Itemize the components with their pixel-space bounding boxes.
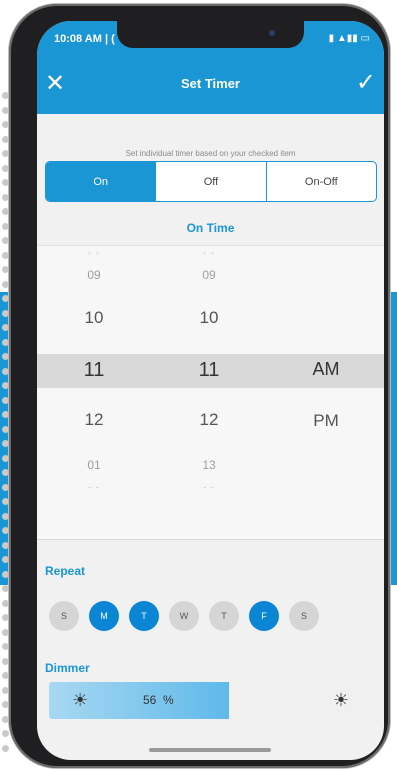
- hour-option[interactable]: 01: [54, 458, 134, 472]
- decorative-dot: [2, 454, 9, 462]
- repeat-day-selector: S M T W T F S: [49, 601, 339, 631]
- decorative-dot: [2, 599, 9, 607]
- decorative-dot: [2, 498, 9, 505]
- decorative-dot: [2, 541, 9, 549]
- instruction-text: Set individual timer based on your check…: [125, 149, 296, 158]
- decorative-dot: [2, 324, 9, 331]
- home-indicator: [149, 748, 271, 752]
- day-toggle-sunday[interactable]: S: [49, 601, 79, 631]
- decorative-dot: [2, 730, 9, 737]
- day-toggle-friday[interactable]: F: [249, 601, 279, 631]
- decorative-dot: [2, 367, 9, 375]
- picker-fade-bottom: - -: [203, 482, 215, 492]
- camera-icon: [269, 30, 275, 36]
- section-title: On Time: [186, 221, 235, 235]
- decorative-dot: [2, 237, 9, 244]
- decorative-dot: [2, 701, 9, 708]
- day-toggle-thursday[interactable]: T: [209, 601, 239, 631]
- dimmer-label: Dimmer: [45, 661, 90, 675]
- day-toggle-tuesday[interactable]: T: [129, 601, 159, 631]
- decorative-dot: [2, 251, 9, 259]
- dimmer-value-display: 56 %: [143, 693, 174, 707]
- hour-option-selected[interactable]: 11: [54, 359, 134, 382]
- decorative-dot: [2, 266, 9, 273]
- phone-frame: 10:08 AM | ( ▮ ▲▮▮ ▭ ✕ Set Timer ✓ Set i…: [9, 4, 390, 768]
- minute-option-selected[interactable]: 11: [169, 359, 249, 382]
- decorative-dot: [2, 744, 9, 752]
- minute-option[interactable]: 12: [169, 410, 249, 430]
- decorative-dot: [2, 309, 9, 317]
- decorative-dot: [2, 106, 9, 114]
- decorative-dot: [2, 150, 9, 157]
- picker-fade-bottom: - -: [88, 482, 100, 492]
- app-header: ✕ Set Timer ✓: [37, 56, 384, 114]
- minute-option[interactable]: 09: [169, 268, 249, 282]
- decorative-dot: [2, 92, 9, 99]
- decorative-dot: [2, 382, 9, 389]
- meridiem-option[interactable]: PM: [286, 411, 366, 431]
- decorative-dot: [2, 469, 9, 476]
- tab-on[interactable]: On: [46, 162, 156, 201]
- decorative-dot: [2, 512, 9, 520]
- decorative-dot: [2, 295, 9, 302]
- day-toggle-wednesday[interactable]: W: [169, 601, 199, 631]
- decorative-dot: [2, 527, 9, 534]
- tab-on-off[interactable]: On-Off: [265, 162, 376, 201]
- decorative-dot: [2, 353, 9, 360]
- repeat-label: Repeat: [45, 564, 86, 578]
- decorative-dot: [2, 556, 9, 563]
- decorative-dot: [2, 193, 9, 201]
- minute-option[interactable]: 10: [169, 308, 249, 328]
- camera-notch: [117, 21, 304, 48]
- decorative-dot: [2, 396, 9, 404]
- meridiem-option-selected[interactable]: AM: [286, 359, 366, 380]
- tab-off[interactable]: Off: [155, 162, 265, 201]
- decorative-dot: [2, 164, 9, 172]
- hour-option[interactable]: 10: [54, 308, 134, 328]
- decorative-dot: [2, 657, 9, 665]
- decorative-dot: [2, 643, 9, 650]
- day-toggle-saturday[interactable]: S: [289, 601, 319, 631]
- dimmer-unit: %: [163, 693, 174, 707]
- mode-tab-group: On Off On-Off: [45, 161, 377, 202]
- decorative-dot: [2, 672, 9, 679]
- picker-fade-top: - -: [202, 248, 216, 259]
- signal-battery-icon: ▮ ▲▮▮ ▭: [328, 33, 370, 44]
- status-time: 10:08 AM | (: [54, 33, 115, 45]
- decorative-dot: [2, 208, 9, 215]
- decorative-dot: [2, 686, 9, 694]
- hour-option[interactable]: 12: [54, 410, 134, 430]
- decorative-dot: [2, 280, 9, 288]
- decorative-dot: [2, 425, 9, 433]
- decorative-dot: [2, 715, 9, 723]
- day-toggle-monday[interactable]: M: [89, 601, 119, 631]
- decorative-dot: [2, 440, 9, 447]
- confirm-check-icon[interactable]: ✓: [356, 71, 376, 95]
- decorative-dot: [2, 135, 9, 143]
- decorative-dot: [2, 222, 9, 230]
- decorative-dot: [2, 585, 9, 592]
- decorative-dot: [2, 338, 9, 346]
- decorative-dot: [2, 483, 9, 491]
- brightness-high-icon: ☀: [332, 690, 349, 710]
- dimmer-value: 56: [143, 693, 157, 707]
- time-picker[interactable]: - - - - 09 10 11 12 01 09 10 11 12 13 AM…: [37, 245, 384, 540]
- decorative-dot: [2, 179, 9, 186]
- page-title: Set Timer: [180, 76, 240, 91]
- brightness-low-icon: ☀: [72, 690, 89, 710]
- decorative-dot: [2, 121, 9, 128]
- minute-option[interactable]: 13: [169, 458, 249, 472]
- app-screen: 10:08 AM | ( ▮ ▲▮▮ ▭ ✕ Set Timer ✓ Set i…: [37, 21, 384, 760]
- decorative-dot: [2, 614, 9, 621]
- decorative-dot: [2, 570, 9, 578]
- picker-fade-top: - -: [87, 248, 101, 259]
- decorative-dot: [2, 411, 9, 418]
- dimmer-slider[interactable]: ☀ 56 % ☀: [49, 682, 371, 719]
- decorative-dot: [2, 628, 9, 636]
- hour-option[interactable]: 09: [54, 268, 134, 282]
